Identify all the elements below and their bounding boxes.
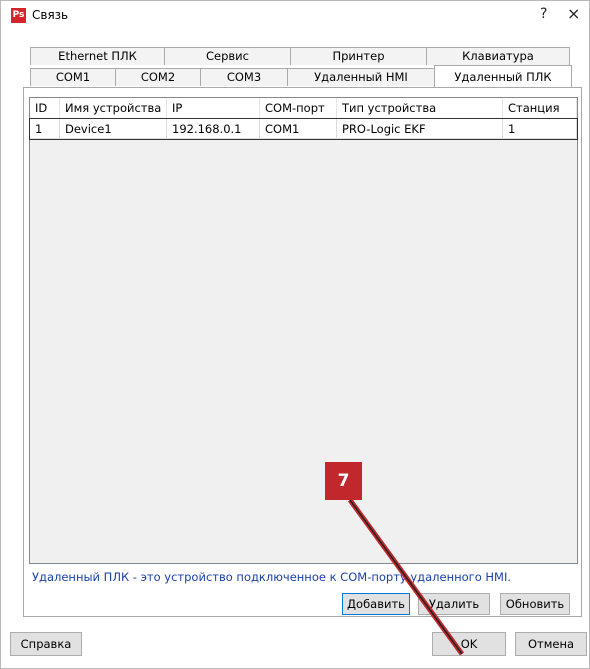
- cell-station: 1: [503, 119, 577, 139]
- window-title: Связь: [32, 8, 69, 22]
- cell-device-name: Device1: [60, 119, 167, 139]
- column-header-device-name[interactable]: Имя устройства: [60, 98, 167, 118]
- cell-ip: 192.168.0.1: [167, 119, 260, 139]
- column-header-id[interactable]: ID: [30, 98, 60, 118]
- tab-com3[interactable]: COM3: [200, 68, 288, 86]
- refresh-button[interactable]: Обновить: [500, 593, 570, 615]
- column-header-station[interactable]: Станция: [503, 98, 577, 118]
- tab-remote-hmi[interactable]: Удаленный HMI: [287, 68, 435, 86]
- table-row[interactable]: 1 Device1 192.168.0.1 COM1 PRO-Logic EKF…: [29, 118, 578, 140]
- column-header-ip[interactable]: IP: [167, 98, 260, 118]
- device-table: ID Имя устройства IP COM-порт Тип устрой…: [29, 97, 578, 564]
- ok-button[interactable]: OK: [432, 632, 506, 656]
- cell-com-port: COM1: [260, 119, 337, 139]
- tab-printer[interactable]: Принтер: [290, 47, 427, 65]
- tab-keyboard[interactable]: Клавиатура: [426, 47, 570, 65]
- app-logo-icon: Ps: [11, 8, 26, 23]
- delete-button[interactable]: Удалить: [418, 593, 490, 615]
- info-text: Удаленный ПЛК - это устройство подключен…: [32, 570, 512, 584]
- annotation-badge: 7: [325, 462, 362, 500]
- tab-ethernet-plc[interactable]: Ethernet ПЛК: [30, 47, 165, 65]
- tab-row-bottom: COM1 COM2 COM3 Удаленный HMI Удаленный П…: [30, 65, 572, 87]
- cell-id: 1: [30, 119, 60, 139]
- help-button[interactable]: Справка: [10, 632, 82, 656]
- cell-device-type: PRO-Logic EKF: [337, 119, 503, 139]
- table-header: ID Имя устройства IP COM-порт Тип устрой…: [30, 98, 577, 118]
- column-header-device-type[interactable]: Тип устройства: [337, 98, 503, 118]
- connection-dialog: Ps Связь ? × Ethernet ПЛК Сервис Принтер…: [0, 0, 590, 669]
- help-icon[interactable]: ?: [540, 6, 547, 22]
- tab-com2[interactable]: COM2: [115, 68, 201, 86]
- add-button[interactable]: Добавить: [342, 593, 410, 615]
- cancel-button[interactable]: Отмена: [515, 632, 587, 656]
- title-bar: Ps Связь ? ×: [1, 1, 589, 31]
- tab-com1[interactable]: COM1: [30, 68, 116, 86]
- close-icon[interactable]: ×: [567, 4, 580, 23]
- tab-service[interactable]: Сервис: [164, 47, 291, 65]
- tab-remote-plc[interactable]: Удаленный ПЛК: [434, 65, 572, 87]
- column-header-com-port[interactable]: COM-порт: [260, 98, 337, 118]
- tab-row-top: Ethernet ПЛК Сервис Принтер Клавиатура: [30, 47, 570, 65]
